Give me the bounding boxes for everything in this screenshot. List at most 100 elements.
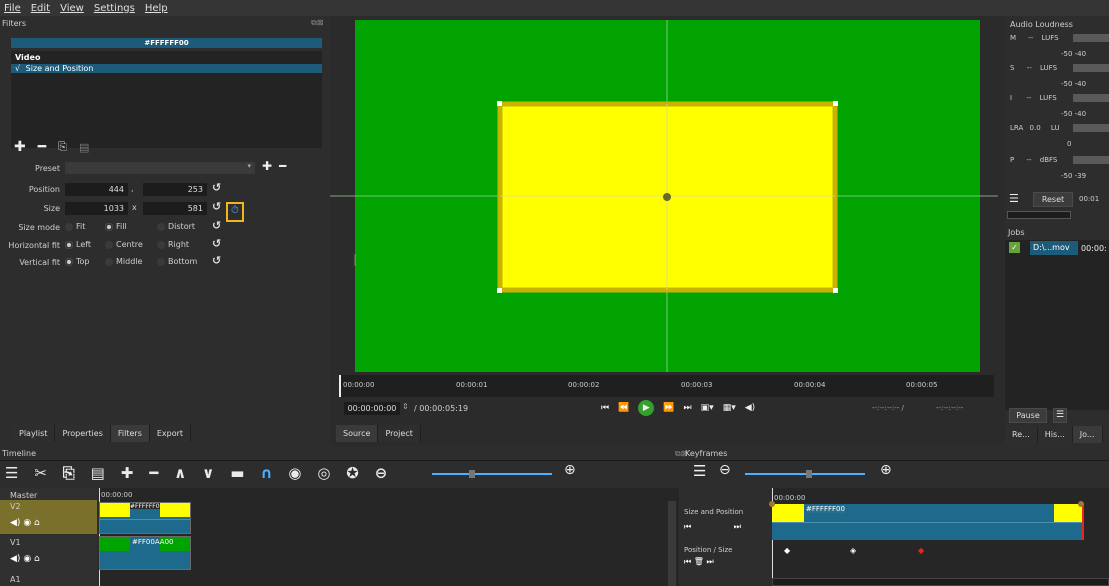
job-name[interactable]: D:\...mov [1030, 241, 1078, 255]
tab-export[interactable]: Export [149, 424, 192, 442]
hfit-reset-icon[interactable]: ↺ [212, 237, 221, 250]
jobs-list[interactable] [1005, 240, 1109, 410]
play-icon[interactable]: ▶ [638, 400, 655, 416]
add-filter-icon[interactable]: ✚ [14, 139, 26, 155]
position-y-input[interactable]: 253 [143, 183, 207, 196]
skip-end-icon[interactable]: ⏭ [684, 403, 692, 413]
tab-filters[interactable]: Filters [110, 424, 150, 442]
menu-help[interactable]: Help [145, 3, 168, 14]
size-mode-reset-icon[interactable]: ↺ [212, 219, 221, 232]
mute-icon[interactable]: ◀) [10, 518, 20, 528]
volume-icon[interactable]: ◀) [745, 403, 755, 413]
copy-filter-icon[interactable]: ⎘ [58, 140, 67, 154]
lock-icon[interactable]: ⌂ [34, 554, 40, 564]
prev-keyframe-icon[interactable]: ⏮ [684, 557, 691, 566]
track-header-v1[interactable]: V1 ◀) ◉ ⌂ [0, 536, 97, 570]
size-reset-icon[interactable]: ↺ [212, 200, 221, 213]
keyframes-menu-icon[interactable]: ☰ [693, 462, 706, 480]
hfit-left[interactable]: Left [65, 240, 91, 249]
vfit-bottom[interactable]: Bottom [157, 257, 197, 266]
horizontal-scrollbar[interactable] [1007, 211, 1071, 219]
timeline-zoom-thumb[interactable] [469, 470, 475, 478]
time-spinner-icon[interactable]: ⇕ [402, 402, 409, 411]
menu-icon[interactable]: ☰ [1009, 192, 1019, 205]
tab-properties[interactable]: Properties [55, 424, 111, 442]
keyframes-zoom-out-icon[interactable]: ⊖ [719, 462, 731, 478]
size-mode-distort[interactable]: Distort [157, 222, 195, 231]
mute-icon[interactable]: ◀) [10, 554, 20, 564]
timeline-zoom-slider[interactable] [432, 473, 552, 475]
viewer-ruler[interactable]: 00:00:00 00:00:01 00:00:02 00:00:03 00:0… [339, 375, 994, 397]
keyframes-zoom-thumb[interactable] [806, 470, 812, 478]
menu-view[interactable]: View [60, 3, 84, 14]
keyframes-zoom-slider[interactable] [745, 473, 865, 475]
copy-icon[interactable]: ⎘ [63, 464, 75, 482]
handle-bottom-right[interactable] [833, 288, 838, 293]
visibility-icon[interactable]: ◉ [23, 554, 31, 564]
playhead-line[interactable] [339, 375, 341, 397]
scrub-eye-icon[interactable]: ◉ [288, 464, 301, 482]
tab-recent[interactable]: Re... [1005, 426, 1038, 443]
current-time-input[interactable]: 00:00:00:00 [344, 402, 400, 415]
dock-float-icon[interactable]: ⧉⊠ [311, 18, 323, 28]
menu-settings[interactable]: Settings [94, 3, 135, 14]
keyframe-diamond[interactable]: ◈ [850, 546, 856, 555]
position-x-input[interactable]: 444 [65, 183, 128, 196]
menu-file[interactable]: File [4, 3, 21, 14]
zoom-in-icon[interactable]: ⊕ [564, 462, 576, 478]
remove-filter-icon[interactable]: ━ [38, 139, 46, 155]
tab-history[interactable]: His... [1037, 426, 1073, 443]
preview-canvas[interactable] [330, 16, 998, 376]
size-height-input[interactable]: 581 [143, 202, 207, 215]
hamburger-menu-icon[interactable]: ☰ [5, 464, 18, 482]
add-preset-icon[interactable]: ✚ [262, 159, 272, 173]
visibility-icon[interactable]: ◉ [23, 518, 31, 528]
clip-fade-handle[interactable] [769, 501, 775, 507]
clip-v2[interactable]: #FFFFFF00 [99, 502, 191, 534]
fast-forward-icon[interactable]: ⏩ [663, 403, 674, 413]
size-width-input[interactable]: 1033 [65, 202, 128, 215]
split-icon[interactable]: ▬ [230, 464, 244, 482]
remove-preset-icon[interactable]: ━ [279, 159, 286, 173]
lift-icon[interactable]: ∧ [174, 464, 186, 482]
prev-keyframe-icon[interactable]: ⏮ [684, 522, 691, 531]
menu-edit[interactable]: Edit [31, 3, 50, 14]
vfit-top[interactable]: Top [65, 257, 90, 266]
skip-start-icon[interactable]: ⏮ [601, 403, 609, 413]
remove-icon[interactable]: ━ [149, 464, 158, 482]
paste-icon[interactable]: ▤ [91, 464, 105, 482]
rewind-icon[interactable]: ⏪ [618, 403, 629, 413]
handle-top-right[interactable] [833, 101, 838, 106]
filter-check-icon[interactable]: √ [15, 64, 20, 73]
hfit-right[interactable]: Right [157, 240, 189, 249]
delete-keyframe-icon[interactable]: 🗑 [694, 557, 704, 566]
lock-icon[interactable]: ⌂ [34, 518, 40, 528]
tab-source[interactable]: Source [336, 424, 379, 442]
stopwatch-icon[interactable]: ⏱ [231, 205, 239, 216]
keyframes-hscrollbar[interactable] [772, 578, 1109, 586]
keyframe-diamond[interactable]: ◆ [784, 546, 790, 555]
keyframes-zoom-in-icon[interactable]: ⊕ [880, 462, 892, 478]
next-keyframe-icon[interactable]: ⏭ [706, 557, 713, 566]
zoom-select-icon[interactable]: ▣▾ [701, 403, 714, 413]
keyframe-diamond-selected[interactable]: ◆ [918, 546, 924, 555]
tab-project[interactable]: Project [378, 424, 421, 442]
overwrite-icon[interactable]: ∨ [202, 464, 214, 482]
keyframes-clip[interactable]: #FFFFFF00 [769, 501, 1084, 540]
clip-fade-handle[interactable] [1078, 501, 1084, 507]
reset-button[interactable]: Reset [1033, 192, 1073, 207]
snap-magnet-icon[interactable]: ∩ [260, 464, 272, 482]
zoom-out-icon[interactable]: ⊖ [375, 464, 388, 482]
vfit-middle[interactable]: Middle [105, 257, 142, 266]
center-handle[interactable] [663, 193, 671, 201]
hfit-centre[interactable]: Centre [105, 240, 143, 249]
handle-top-left[interactable] [497, 101, 502, 106]
preset-dropdown[interactable]: ▾ [65, 162, 255, 174]
position-reset-icon[interactable]: ↺ [212, 181, 221, 194]
clip-v1[interactable]: #FF00AA00 [99, 536, 191, 570]
ripple-icon[interactable]: ◎ [317, 464, 330, 482]
append-icon[interactable]: ✚ [121, 464, 134, 482]
filter-item-size-position[interactable]: √ Size and Position [11, 64, 322, 73]
pause-button[interactable]: Pause [1009, 408, 1047, 423]
tab-playlist[interactable]: Playlist [12, 424, 56, 442]
